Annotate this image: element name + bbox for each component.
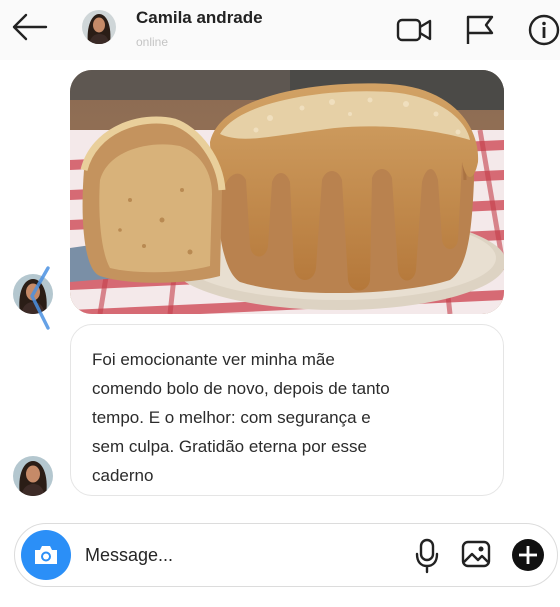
- contact-avatar[interactable]: [82, 10, 116, 44]
- camera-icon: [35, 546, 57, 564]
- cake-photo: [70, 70, 504, 314]
- microphone-icon[interactable]: [415, 538, 439, 574]
- contact-status: online: [136, 35, 169, 49]
- gallery-icon[interactable]: [461, 538, 491, 570]
- swipe-reply-icon: [30, 266, 50, 330]
- flag-icon[interactable]: [464, 14, 496, 46]
- back-arrow-icon[interactable]: [10, 12, 48, 42]
- message-composer: [14, 523, 558, 587]
- contact-name[interactable]: Camila andrade: [136, 8, 263, 28]
- photo-message[interactable]: [70, 70, 504, 314]
- video-call-icon[interactable]: [396, 14, 432, 46]
- message-text: Foi emocionante ver minha mãe comendo bo…: [92, 350, 390, 485]
- plus-icon[interactable]: [511, 538, 545, 572]
- message-bubble[interactable]: Foi emocionante ver minha mãe comendo bo…: [70, 324, 504, 496]
- sender-avatar[interactable]: [13, 456, 53, 496]
- chat-header: Camila andrade online: [0, 0, 560, 60]
- info-icon[interactable]: [526, 14, 560, 46]
- message-input[interactable]: [85, 542, 405, 568]
- camera-button[interactable]: [21, 530, 71, 580]
